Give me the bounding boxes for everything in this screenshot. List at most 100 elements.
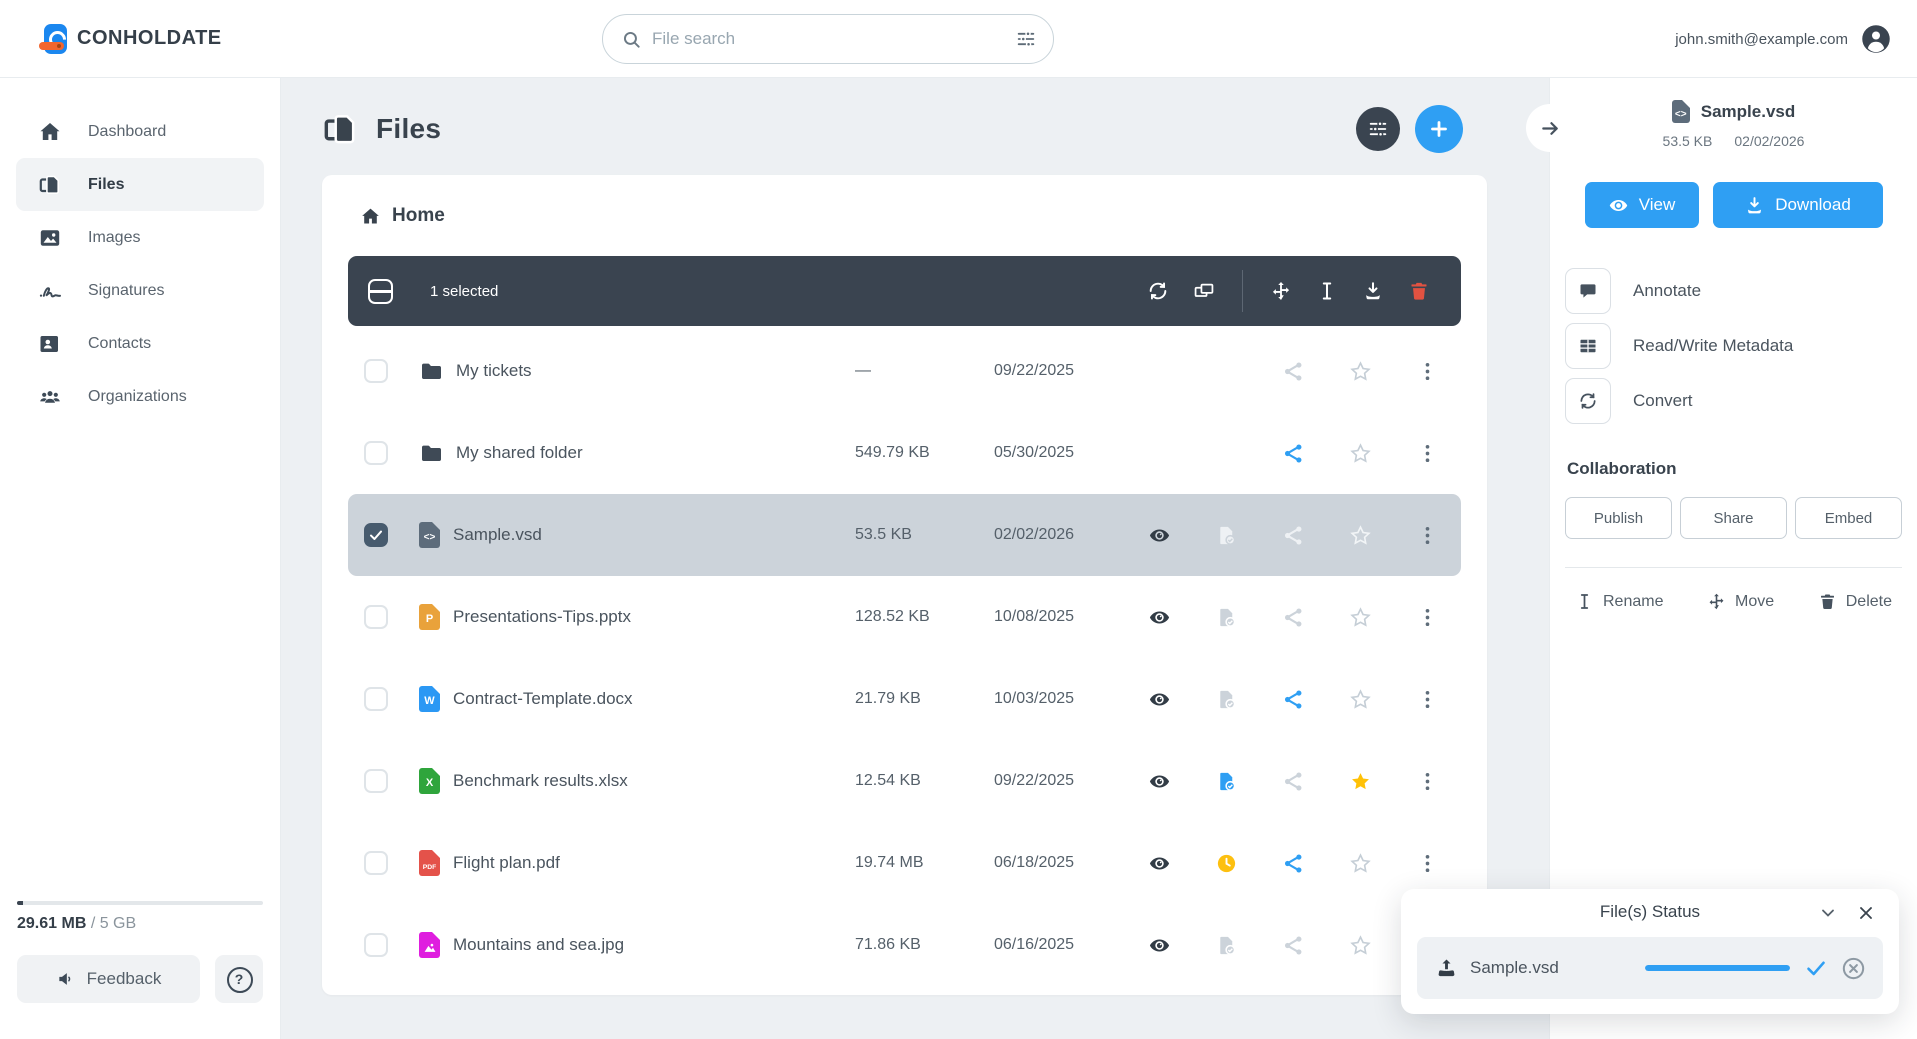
- select-all-checkbox[interactable]: [368, 278, 393, 304]
- row-menu-button[interactable]: [1411, 682, 1445, 716]
- dismiss-upload-button[interactable]: [1840, 955, 1867, 982]
- table-row[interactable]: W Contract-Template.docx 21.79 KB 10/03/…: [348, 658, 1461, 740]
- preview-button[interactable]: [1143, 682, 1177, 716]
- table-row[interactable]: PDF Flight plan.pdf 19.74 MB 06/18/2025: [348, 822, 1461, 904]
- sidebar-item-files[interactable]: Files: [16, 158, 264, 211]
- collapse-panel-button[interactable]: [1526, 104, 1574, 152]
- row-checkbox[interactable]: [364, 687, 388, 711]
- metadata-button[interactable]: [1565, 323, 1611, 369]
- add-file-button[interactable]: [1415, 105, 1463, 153]
- file-size: 19.74 MB: [855, 854, 924, 871]
- row-checkbox[interactable]: [364, 769, 388, 793]
- sidebar-item-images[interactable]: Images: [16, 211, 264, 264]
- sidebar-item-contacts[interactable]: Contacts: [16, 317, 264, 370]
- download-button[interactable]: Download: [1712, 182, 1883, 228]
- convert-button[interactable]: [1565, 378, 1611, 424]
- row-checkbox[interactable]: [364, 523, 388, 547]
- convert-action[interactable]: Convert: [1565, 378, 1902, 424]
- toolbar-separator: [1242, 270, 1243, 312]
- metadata-action[interactable]: Read/Write Metadata: [1565, 323, 1902, 369]
- sidebar-item-dashboard[interactable]: Dashboard: [16, 105, 264, 158]
- embed-button[interactable]: Embed: [1795, 497, 1902, 539]
- rename-button[interactable]: [1309, 273, 1345, 309]
- table-row[interactable]: X Benchmark results.xlsx 12.54 KB 09/22/…: [348, 740, 1461, 822]
- favorite-button[interactable]: [1344, 436, 1378, 470]
- list-settings-button[interactable]: [1356, 107, 1400, 151]
- move-button[interactable]: Move: [1707, 592, 1774, 611]
- table-icon: [1580, 339, 1596, 353]
- share-button[interactable]: [1277, 764, 1311, 798]
- table-row[interactable]: Mountains and sea.jpg 71.86 KB 06/16/202…: [348, 904, 1461, 986]
- sidebar-item-signatures[interactable]: Signatures: [16, 264, 264, 317]
- favorite-button[interactable]: [1344, 518, 1378, 552]
- preview-button[interactable]: [1143, 764, 1177, 798]
- view-button[interactable]: View: [1584, 182, 1699, 228]
- share-button[interactable]: [1277, 518, 1311, 552]
- user-avatar-icon[interactable]: [1861, 24, 1891, 54]
- favorite-button[interactable]: [1344, 600, 1378, 634]
- breadcrumb-home[interactable]: Home: [360, 201, 1461, 231]
- row-checkbox[interactable]: [364, 605, 388, 629]
- download-button[interactable]: [1355, 273, 1391, 309]
- file-name: My shared folder: [456, 443, 583, 462]
- collapse-popup-button[interactable]: [1815, 900, 1841, 926]
- feedback-button[interactable]: Feedback: [17, 955, 200, 1003]
- favorite-button[interactable]: [1344, 928, 1378, 962]
- delete-button[interactable]: [1401, 273, 1437, 309]
- move-button[interactable]: [1263, 273, 1299, 309]
- row-checkbox[interactable]: [364, 851, 388, 875]
- table-row[interactable]: <> Sample.vsd 53.5 KB 02/02/2026: [348, 494, 1461, 576]
- table-row[interactable]: My shared folder 549.79 KB 05/30/2025: [348, 412, 1461, 494]
- preview-button[interactable]: [1143, 518, 1177, 552]
- user-email[interactable]: john.smith@example.com: [1675, 31, 1848, 48]
- share-button[interactable]: [1277, 436, 1311, 470]
- row-menu-button[interactable]: [1411, 518, 1445, 552]
- refresh-button[interactable]: [1140, 273, 1176, 309]
- row-checkbox[interactable]: [364, 933, 388, 957]
- file-status-popup: File(s) Status Sample.vsd: [1401, 889, 1899, 1014]
- file-date: 06/16/2025: [994, 936, 1075, 953]
- row-menu-button[interactable]: [1411, 764, 1445, 798]
- preview-button[interactable]: [1143, 846, 1177, 880]
- share-button[interactable]: [1277, 682, 1311, 716]
- row-checkbox[interactable]: [364, 441, 388, 465]
- upload-progress-bar: [1645, 965, 1790, 971]
- share-icon: [1284, 525, 1302, 545]
- rename-button[interactable]: Rename: [1575, 592, 1663, 611]
- table-row[interactable]: P Presentations-Tips.pptx 128.52 KB 10/0…: [348, 576, 1461, 658]
- favorite-button[interactable]: [1344, 846, 1378, 880]
- row-checkbox[interactable]: [364, 359, 388, 383]
- favorite-button[interactable]: [1344, 764, 1378, 798]
- file-name: Flight plan.pdf: [453, 853, 560, 872]
- share-button[interactable]: [1277, 846, 1311, 880]
- publish-button[interactable]: Publish: [1565, 497, 1672, 539]
- row-menu-button[interactable]: [1411, 846, 1445, 880]
- close-popup-button[interactable]: [1853, 900, 1879, 926]
- row-menu-button[interactable]: [1411, 354, 1445, 388]
- search-input[interactable]: [652, 29, 1015, 49]
- star-icon: [1350, 606, 1371, 627]
- help-button[interactable]: [215, 955, 263, 1003]
- share-button[interactable]: [1277, 600, 1311, 634]
- delete-button[interactable]: Delete: [1818, 592, 1892, 611]
- conholdate-logo-icon: [39, 23, 67, 54]
- share-button[interactable]: [1277, 354, 1311, 388]
- star-icon: [1350, 688, 1371, 709]
- favorite-button[interactable]: [1344, 682, 1378, 716]
- annotate-button[interactable]: [1565, 268, 1611, 314]
- share-button[interactable]: Share: [1680, 497, 1787, 539]
- search-filter-sliders-icon[interactable]: [1015, 28, 1037, 50]
- annotate-action[interactable]: Annotate: [1565, 268, 1902, 314]
- file-date: 06/18/2025: [994, 854, 1075, 871]
- row-menu-button[interactable]: [1411, 600, 1445, 634]
- sidebar-item-organizations[interactable]: Organizations: [16, 370, 264, 423]
- convert-button[interactable]: [1186, 273, 1222, 309]
- preview-button[interactable]: [1143, 600, 1177, 634]
- share-button[interactable]: [1277, 928, 1311, 962]
- star-icon: [1350, 442, 1371, 463]
- brand-logo[interactable]: CONHOLDATE: [39, 23, 222, 54]
- row-menu-button[interactable]: [1411, 436, 1445, 470]
- table-row[interactable]: My tickets — 09/22/2025: [348, 330, 1461, 412]
- preview-button[interactable]: [1143, 928, 1177, 962]
- favorite-button[interactable]: [1344, 354, 1378, 388]
